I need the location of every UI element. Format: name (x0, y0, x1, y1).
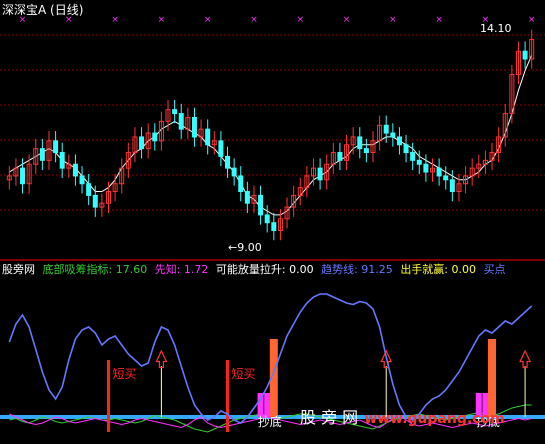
watermark: 股 旁 网 www.gupang.com (300, 404, 505, 428)
magenta-bar (264, 393, 271, 417)
price-chart: × × × × × × × × × × × ×14.10←9.00 (0, 15, 545, 254)
candle-body (416, 159, 422, 165)
watermark-text: 股 旁 网 (300, 408, 359, 427)
candle-body (72, 163, 78, 177)
candle-body (86, 183, 92, 196)
top-marker: × (343, 15, 351, 25)
candle-body (264, 214, 270, 224)
candle-body (53, 140, 59, 154)
low-price-label: ←9.00 (228, 241, 262, 254)
top-marker: × (528, 15, 536, 25)
candle-body (317, 167, 323, 181)
candle-body (218, 140, 224, 157)
indicator-item-win: 出手就赢: 0.00 (400, 263, 477, 276)
candle-body (231, 167, 237, 177)
panel-divider (0, 259, 545, 261)
high-price-label: 14.10 (480, 22, 512, 35)
candle-body (258, 194, 264, 216)
candle-body (396, 136, 402, 146)
candle-body (357, 136, 363, 150)
indicator-item-bottom: 底部吸筹指标: 17.60 (42, 263, 148, 276)
candle-body (403, 144, 409, 154)
top-marker: × (250, 15, 258, 25)
candle-body (152, 132, 158, 142)
candle-body (363, 148, 369, 154)
candle-body (238, 175, 244, 193)
candle-body (436, 167, 442, 177)
candle-body (20, 167, 26, 185)
candle-body (271, 222, 277, 232)
indicator-item-surge: 可能放量拉升: 0.00 (215, 263, 314, 276)
bottom-catch-label: 抄底 (258, 414, 282, 429)
red-bar (106, 360, 110, 432)
candle-body (59, 152, 65, 169)
candle-body (244, 191, 250, 204)
indicator-item-trend: 趋势线: 91.25 (321, 263, 393, 276)
candle-body (178, 113, 184, 130)
indicator-legend: 股旁网 底部吸筹指标: 17.60 先知: 1.72 可能放量拉升: 0.00 … (2, 262, 510, 278)
candle-body (139, 136, 145, 150)
candle-body (39, 148, 45, 161)
top-marker: × (158, 15, 166, 25)
candle-body (410, 152, 416, 161)
candle-body (205, 128, 211, 146)
top-marker: × (111, 15, 119, 25)
candle-body (191, 116, 197, 138)
top-marker: × (296, 15, 304, 25)
buy-arrow-icon (519, 349, 532, 369)
candle-body (443, 175, 449, 181)
chart-title: 深深宝A (日线) (2, 3, 84, 17)
short-buy-label: 短买 (112, 367, 136, 381)
candle-body (337, 152, 343, 161)
top-marker: × (389, 15, 397, 25)
watermark-site: www.gupang.com (364, 411, 505, 427)
buy-arrow-icon (155, 349, 168, 369)
top-marker: × (435, 15, 443, 25)
indicator-item-prophet: 先知: 1.72 (154, 263, 209, 276)
candle-body (522, 50, 528, 60)
candle-body (423, 163, 429, 173)
short-buy-label: 短买 (232, 367, 256, 381)
candle-body (390, 132, 396, 138)
candle-body (225, 155, 231, 169)
candle-body (92, 194, 98, 208)
indicator-item-buypoint: 买点 (483, 263, 506, 276)
candle-body (172, 109, 178, 115)
candle-body (449, 179, 455, 193)
candle-body (383, 124, 389, 134)
indicator-site-name: 股旁网 (2, 263, 35, 276)
top-marker: × (204, 15, 212, 25)
red-bar (226, 360, 230, 432)
candle-body (79, 175, 85, 185)
